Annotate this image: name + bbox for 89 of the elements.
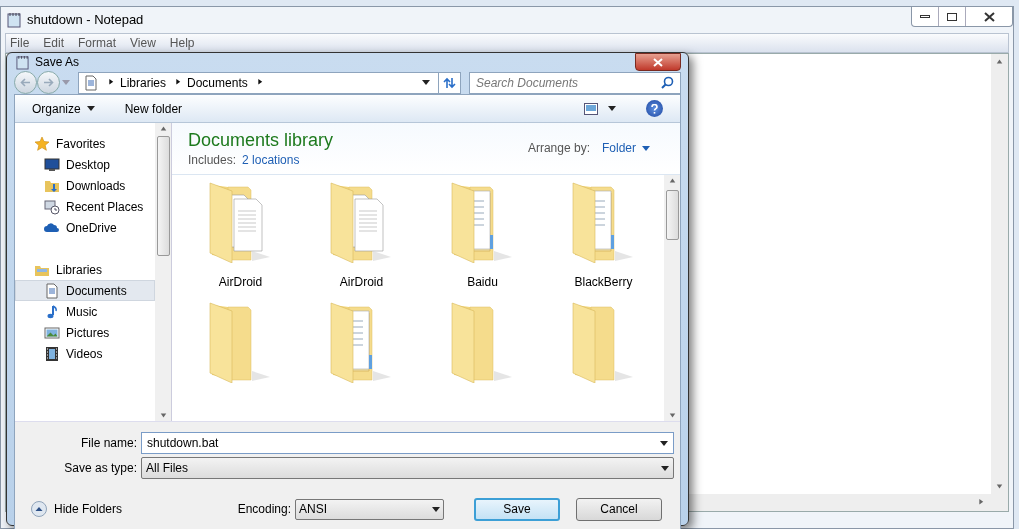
dialog-button[interactable]: Cancel bbox=[576, 497, 662, 521]
locations-link[interactable]: 2 locations bbox=[242, 151, 300, 169]
scroll-down-icon bbox=[159, 412, 167, 419]
dropdown-caret-icon bbox=[660, 440, 668, 446]
vertical-scrollbar[interactable] bbox=[155, 123, 171, 421]
menu-item[interactable]: View bbox=[130, 34, 156, 52]
notepad-icon bbox=[7, 12, 21, 28]
document-icon bbox=[83, 74, 99, 91]
navigation-item[interactable]: Pictures bbox=[15, 322, 155, 343]
arrange-by-label: Arrange by: bbox=[527, 140, 590, 157]
navigation-item[interactable]: Documents bbox=[15, 280, 155, 301]
dialog-title: Save As bbox=[35, 54, 80, 71]
help-icon bbox=[651, 103, 658, 114]
menu-item[interactable]: Edit bbox=[43, 34, 65, 52]
history-caret-icon[interactable] bbox=[62, 80, 70, 85]
close-icon bbox=[653, 57, 663, 67]
search-field[interactable]: Search Documents bbox=[469, 71, 681, 94]
document-icon bbox=[44, 282, 60, 299]
file-name-label: File name: bbox=[79, 435, 138, 452]
scrollbar-thumb[interactable] bbox=[156, 136, 170, 256]
refresh-icon bbox=[443, 76, 456, 89]
caret-icon bbox=[642, 145, 650, 151]
back-button[interactable] bbox=[14, 71, 37, 94]
arrange-by-dropdown[interactable]: Folder bbox=[602, 139, 650, 157]
scrollbar-thumb[interactable] bbox=[665, 190, 679, 240]
search-input[interactable]: Search Documents bbox=[476, 73, 661, 92]
folder-item[interactable]: AirDroid bbox=[180, 181, 301, 301]
encoding-dropdown[interactable]: ANSI bbox=[295, 498, 444, 520]
arrow-right-icon bbox=[43, 78, 54, 87]
navigation-item[interactable]: Music bbox=[15, 301, 155, 322]
file-name-input[interactable]: shutdown.bat bbox=[147, 434, 660, 452]
folder-item[interactable]: BlackBerry bbox=[543, 181, 664, 301]
breadcrumb-item[interactable]: Documents bbox=[187, 73, 248, 92]
organize-button[interactable]: Organize bbox=[32, 99, 95, 118]
caret-icon bbox=[608, 106, 616, 111]
scroll-down-icon bbox=[668, 412, 676, 419]
address-bar[interactable]: Libraries Documents bbox=[78, 71, 461, 94]
notepad-icon bbox=[16, 54, 29, 70]
monitor-icon bbox=[44, 156, 60, 173]
recent-places-icon bbox=[44, 198, 60, 215]
save-as-type-dropdown[interactable]: All Files bbox=[141, 457, 674, 479]
scroll-up-icon bbox=[668, 177, 676, 184]
library-title: Documents library bbox=[188, 129, 334, 151]
star-icon bbox=[34, 135, 50, 152]
picture-icon bbox=[44, 324, 60, 341]
dropdown-caret-icon bbox=[661, 465, 669, 471]
file-name-field[interactable]: shutdown.bat bbox=[141, 432, 674, 454]
menu-item[interactable]: File bbox=[10, 34, 30, 52]
hide-folders-button[interactable]: Hide Folders bbox=[31, 500, 123, 518]
close-button[interactable] bbox=[635, 53, 681, 71]
dialog-button[interactable]: Save bbox=[474, 497, 560, 521]
view-icon bbox=[584, 102, 598, 115]
scroll-up-icon bbox=[996, 58, 1003, 65]
scroll-up-icon bbox=[159, 125, 167, 132]
menu-item[interactable]: Help bbox=[169, 34, 195, 52]
new-folder-button[interactable]: New folder bbox=[124, 99, 183, 118]
navigation-item[interactable]: Favorites bbox=[15, 133, 155, 154]
close-icon bbox=[983, 11, 995, 22]
search-icon bbox=[661, 76, 674, 89]
help-button[interactable] bbox=[646, 100, 663, 117]
navigation-item[interactable]: Videos bbox=[15, 343, 155, 364]
breadcrumb-item[interactable]: Libraries bbox=[120, 73, 167, 92]
view-options-button[interactable] bbox=[584, 102, 616, 115]
scroll-right-icon bbox=[977, 499, 984, 506]
encoding-label: Encoding: bbox=[237, 501, 291, 518]
forward-button[interactable] bbox=[37, 71, 60, 94]
dropdown-caret-icon bbox=[432, 506, 440, 512]
folder-item[interactable]: AirDroid bbox=[301, 181, 422, 301]
navigation-item[interactable]: Downloads bbox=[15, 175, 155, 196]
window-title: shutdown - Notepad bbox=[27, 11, 144, 30]
save-as-type-label: Save as type: bbox=[63, 460, 138, 477]
dropdown-caret-icon bbox=[422, 80, 430, 85]
navigation-item[interactable]: Libraries bbox=[15, 259, 155, 280]
navigation-item[interactable]: OneDrive bbox=[15, 217, 155, 238]
chevron-up-icon bbox=[31, 501, 47, 517]
breadcrumb-arrow-icon bbox=[255, 79, 263, 86]
vertical-scrollbar[interactable] bbox=[991, 54, 1008, 494]
folder-item[interactable]: Baidu bbox=[422, 181, 543, 301]
breadcrumb-arrow-icon bbox=[107, 79, 114, 86]
navigation-item[interactable]: Desktop bbox=[15, 154, 155, 175]
vertical-scrollbar[interactable] bbox=[664, 175, 680, 421]
menu-item[interactable]: Format bbox=[78, 34, 117, 52]
caret-icon bbox=[86, 106, 95, 111]
navigation-item[interactable]: Recent Places bbox=[15, 196, 155, 217]
arrow-left-icon bbox=[20, 78, 31, 87]
film-icon bbox=[44, 345, 60, 362]
scroll-down-icon bbox=[996, 483, 1003, 490]
includes-label: Includes: bbox=[188, 152, 237, 169]
breadcrumb-arrow-icon bbox=[174, 79, 182, 86]
